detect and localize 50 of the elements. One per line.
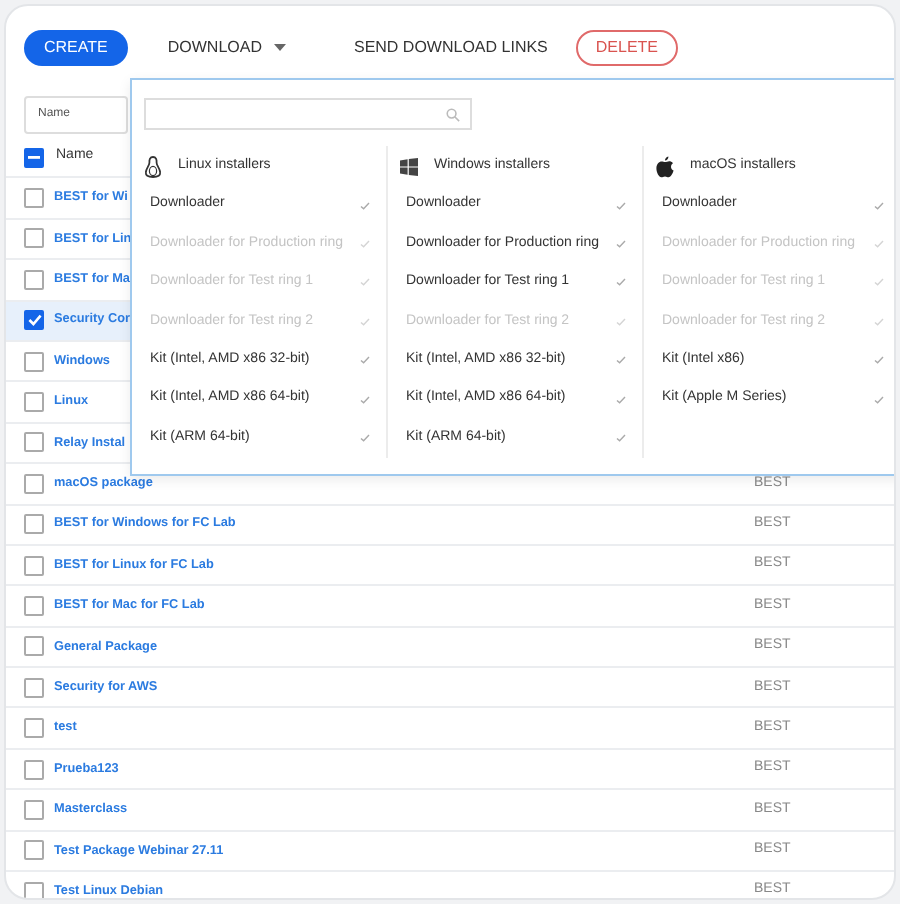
check-icon (360, 201, 370, 210)
row-checkbox[interactable] (24, 718, 44, 739)
search-icon (446, 107, 460, 121)
row-checkbox[interactable] (24, 188, 44, 209)
check-icon (874, 356, 884, 365)
create-button[interactable]: CREATE (24, 30, 128, 66)
send-links-button[interactable]: SEND DOWNLOAD LINKS (333, 30, 568, 66)
check-icon (874, 201, 884, 210)
check-icon (874, 395, 884, 404)
row-checkbox[interactable] (24, 473, 44, 494)
check-icon (360, 434, 370, 443)
download-button[interactable]: DOWNLOAD (147, 30, 306, 66)
check-icon (360, 278, 370, 287)
row-checkbox[interactable] (24, 310, 44, 331)
check-icon (616, 317, 626, 326)
windows-icon (400, 157, 418, 175)
row-checkbox[interactable] (24, 840, 44, 861)
select-all-checkbox[interactable] (24, 147, 44, 168)
row-checkbox[interactable] (24, 514, 44, 535)
menu-search-field[interactable] (144, 98, 472, 130)
caret-icon (273, 44, 286, 52)
row-checkbox[interactable] (24, 881, 44, 898)
row-checkbox[interactable] (24, 432, 44, 453)
row-checkbox[interactable] (24, 799, 44, 820)
check-icon (360, 317, 370, 326)
check-icon (874, 240, 884, 249)
delete-button[interactable]: DELETE (575, 30, 679, 66)
check-icon (616, 395, 626, 404)
check-icon (360, 240, 370, 249)
penguin-icon (144, 155, 162, 177)
row-checkbox[interactable] (24, 228, 44, 249)
check-icon (616, 240, 626, 249)
row-checkbox[interactable] (24, 759, 44, 780)
row-checkbox[interactable] (24, 677, 44, 698)
row-checkbox[interactable] (24, 269, 44, 290)
check-icon (874, 317, 884, 326)
row-checkbox[interactable] (24, 351, 44, 372)
check-icon (616, 434, 626, 443)
check-icon (360, 356, 370, 365)
row-checkbox[interactable] (24, 595, 44, 616)
check-icon (874, 278, 884, 287)
minus-icon (28, 155, 40, 160)
apple-icon (656, 155, 674, 177)
check-icon (616, 278, 626, 287)
check-icon (616, 201, 626, 210)
check-icon (360, 395, 370, 404)
row-checkbox[interactable] (24, 555, 44, 576)
row-checkbox[interactable] (24, 392, 44, 413)
check-icon (616, 356, 626, 365)
row-checkbox[interactable] (24, 636, 44, 657)
